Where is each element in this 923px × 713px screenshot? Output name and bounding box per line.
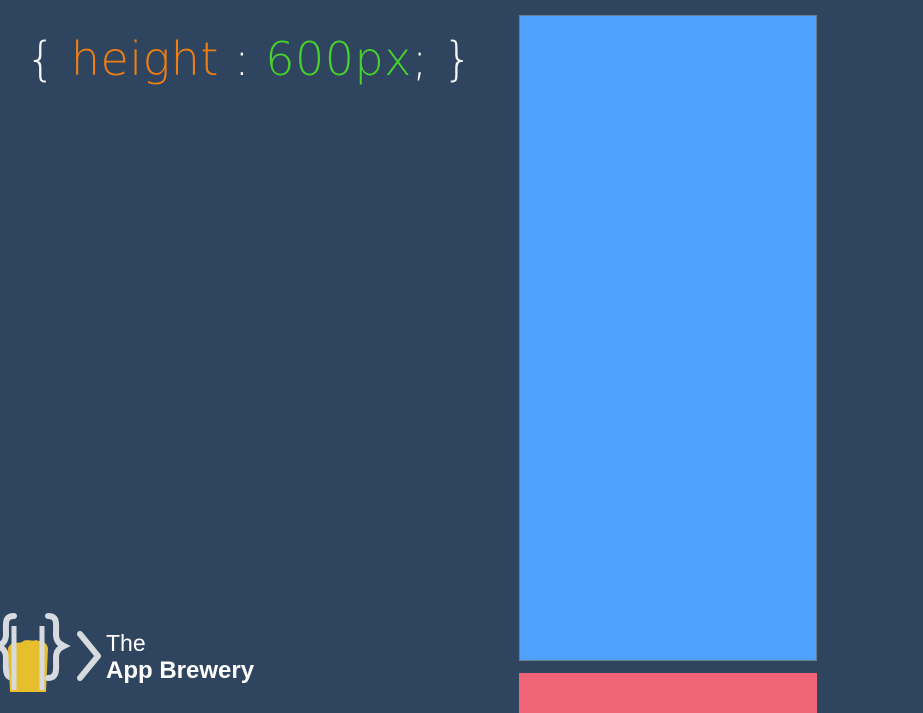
css-property: height [70, 32, 219, 86]
css-value: 600px [265, 32, 412, 86]
open-brace: { [26, 32, 56, 86]
logo-text-app-brewery: App Brewery [106, 657, 255, 684]
red-box-demo [519, 673, 817, 713]
colon: : [234, 32, 251, 86]
semicolon: ; [411, 32, 428, 86]
close-brace: } [443, 32, 473, 86]
app-brewery-logo: The App Brewery [0, 612, 280, 692]
css-code-snippet: { height : 600px; } [26, 28, 473, 90]
logo-text-the: The [106, 630, 146, 656]
app-brewery-logo-icon [0, 613, 101, 692]
blue-box-demo [519, 15, 817, 661]
